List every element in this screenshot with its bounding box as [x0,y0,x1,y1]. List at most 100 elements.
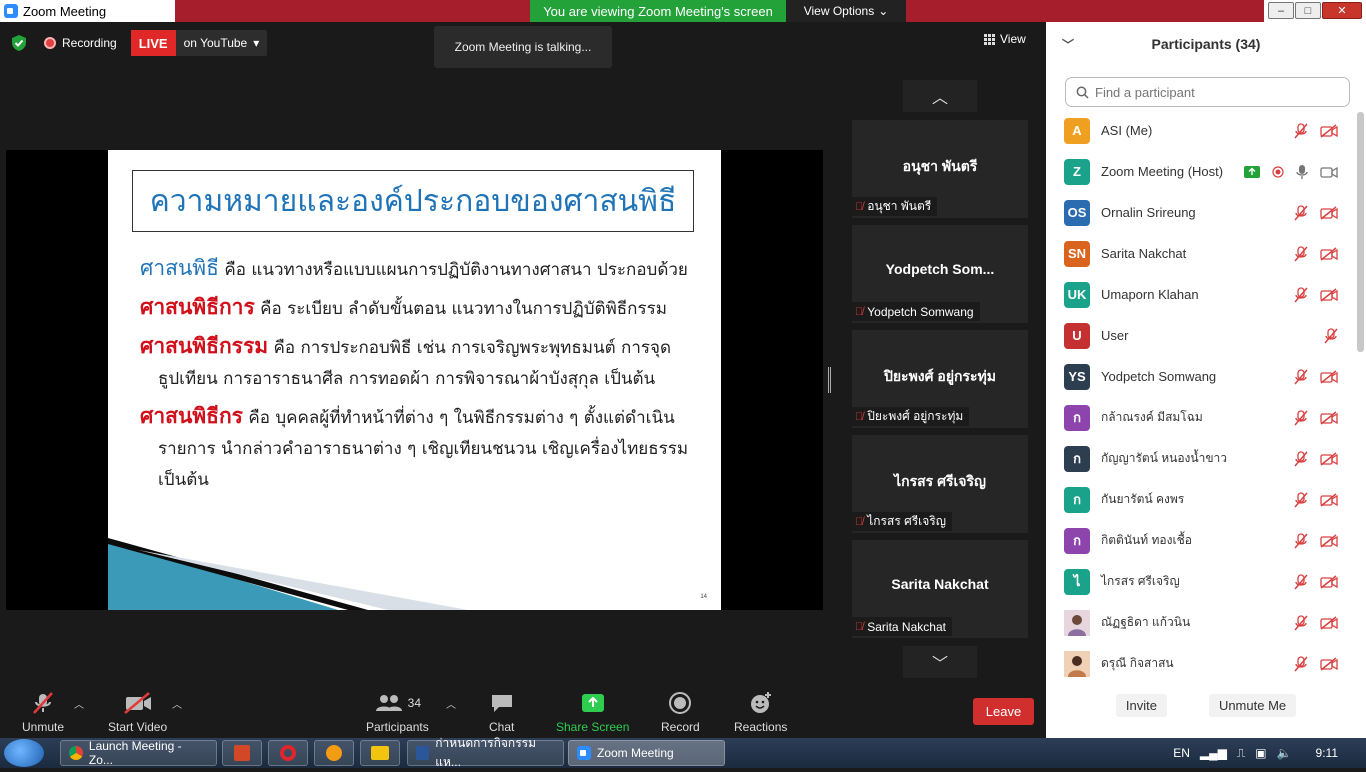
taskbar-item-media[interactable] [314,740,354,766]
participants-button[interactable]: 34 Participants [366,690,429,734]
avatar: YS [1064,363,1090,390]
person-photo-icon [1064,650,1090,677]
mic-off-icon [1294,286,1308,302]
meeting-area: Recording LIVE on YouTube ▾ Zoom Meeting… [0,22,1046,688]
slide-paragraph: ศาสนพิธีการ คือ ระเบียบ ลำดับขั้นตอน แนว… [140,297,710,318]
taskbar-item-opera[interactable] [268,740,308,766]
clock[interactable]: 9:11 [1316,746,1338,760]
window-controls: – □ ✕ [1264,0,1366,22]
participants-options-caret[interactable]: ︿ [446,696,456,711]
view-button[interactable]: View [984,32,1026,46]
record-button[interactable]: Record [661,690,700,734]
usb-icon[interactable]: ⎍ [1237,746,1245,761]
shield-icon[interactable] [8,32,30,54]
slide-decoration [108,538,468,610]
participant-row[interactable]: SN Sarita Nakchat [1046,233,1356,274]
video-tile[interactable]: ไกรสร ศรีเจริญ 🎙̸ ไกรสร ศรีเจริญ [852,435,1028,533]
video-tile[interactable]: ปิยะพงศ์ อยู่กระทุ่ม 🎙̸ ปิยะพงศ์ อยู่กระ… [852,330,1028,428]
slide-paragraph: ศาสนพิธี คือ แนวทางหรือแบบแผนการปฏิบัติง… [140,258,710,279]
search-input[interactable] [1095,84,1325,100]
live-stream-indicator[interactable]: LIVE on YouTube ▾ [130,30,268,56]
participant-row[interactable]: YS Yodpetch Somwang [1046,356,1356,397]
close-button[interactable]: ✕ [1322,2,1362,19]
video-tile[interactable]: อนุชา พันตรี 🎙̸ อนุชา พันตรี [852,120,1028,218]
view-options-label: View Options [803,4,875,18]
participant-row[interactable]: ณัฏฐธิดา แก้วนิน [1046,602,1356,643]
meeting-status-bar: Recording LIVE on YouTube ▾ [8,30,268,56]
video-off-icon [1320,287,1338,302]
participants-icon-group: 34 [374,690,421,716]
slide-title: ความหมายและองค์ประกอบของศาสนพิธี [149,183,677,219]
video-off-icon [123,690,153,716]
participant-row[interactable]: ไ ไกรสร ศรีเจริญ [1046,561,1356,602]
network-icon[interactable]: ▣ [1255,746,1266,760]
taskbar-item-label: Launch Meeting - Zo... [88,739,182,767]
maximize-button[interactable]: □ [1295,2,1321,19]
mic-off-icon [1294,122,1308,138]
start-video-button[interactable]: Start Video [108,690,167,734]
reactions-button[interactable]: Reactions [734,690,787,734]
invite-button[interactable]: Invite [1115,694,1167,717]
participant-name: กิตตินันท์ ทองเชื้อ [1101,533,1192,547]
collapse-chevron-icon[interactable]: ﹀ [1062,36,1074,53]
chat-icon [490,690,514,716]
audio-options-caret[interactable]: ︿ [74,696,84,711]
slide-title-box: ความหมายและองค์ประกอบของศาสนพิธี [132,170,694,232]
share-screen-button[interactable]: Share Screen [556,690,629,734]
avatar: A [1064,117,1090,144]
resize-handle[interactable] [828,367,831,393]
taskbar-item-explorer[interactable] [360,740,400,766]
video-options-caret[interactable]: ︿ [172,696,182,711]
slide-paragraph: ศาสนพิธีกรรม คือ การประกอบพิธี เช่น การเ… [140,336,710,388]
participant-row[interactable]: ดรุณี กิจสาสน [1046,643,1356,684]
video-tile[interactable]: Sarita Nakchat 🎙̸ Sarita Nakchat [852,540,1028,638]
gallery-up-button[interactable]: ︿ [903,80,977,112]
video-off-icon [1320,533,1338,548]
mic-off-icon [1294,573,1308,589]
language-indicator[interactable]: EN [1173,746,1190,760]
participant-row[interactable]: ก กันยารัตน์ คงพร [1046,479,1356,520]
avatar-photo [1064,609,1090,636]
recording-indicator[interactable]: Recording [38,32,123,54]
windows-start-button[interactable] [4,739,44,767]
gallery-down-button[interactable]: ﹀ [903,646,977,678]
participant-row[interactable]: UK Umaporn Klahan [1046,274,1356,315]
panel-scrollbar[interactable] [1357,112,1364,352]
volume-icon[interactable]: 🔈 [1277,746,1292,760]
participant-status [1294,614,1338,631]
video-off-icon [1320,492,1338,507]
unmute-me-button[interactable]: Unmute Me [1208,694,1297,717]
mic-off-icon [1294,532,1308,548]
tile-name: ปิยะพงศ์ อยู่กระทุ่ม [883,368,997,384]
chevron-up-icon: ︿ [931,90,948,107]
recording-label: Recording [62,36,117,50]
mic-off-icon [1294,450,1308,466]
participant-row[interactable]: ก กล้าณรงค์ มีสมโฉม [1046,397,1356,438]
leave-button[interactable]: Leave [973,698,1034,725]
taskbar-item-chrome[interactable]: Launch Meeting - Zo... [60,739,217,767]
view-options-button[interactable]: View Options ⌄ [786,0,906,22]
signal-icon[interactable]: ▂▄▆ [1200,746,1227,760]
taskbar-item-word[interactable]: ก่าหนดการกิจกรรมแห... [407,736,564,769]
participant-row[interactable]: A ASI (Me) [1046,110,1356,151]
participant-row[interactable]: Z Zoom Meeting (Host) [1046,151,1356,192]
video-off-icon [1320,205,1338,220]
taskbar-item-powerpoint[interactable] [222,740,262,766]
participant-row[interactable]: U User [1046,315,1356,356]
meeting-toolbar: Unmute ︿ Start Video ︿ 34 Participants ︿… [0,688,1046,738]
participant-name: User [1101,328,1129,343]
participant-row[interactable]: ก กิตตินันท์ ทองเชื้อ [1046,520,1356,561]
minimize-button[interactable]: – [1268,2,1294,19]
unmute-button[interactable]: Unmute [22,690,64,734]
participant-row[interactable]: ก กัญญารัตน์ หนองน้ำขาว [1046,438,1356,479]
video-off-icon [1320,246,1338,261]
participant-search[interactable] [1065,77,1350,107]
participant-row[interactable]: OS Ornalin Srireung [1046,192,1356,233]
video-tile[interactable]: Yodpetch Som... 🎙̸ Yodpetch Somwang [852,225,1028,323]
taskbar-item-zoom[interactable]: Zoom Meeting [568,740,725,766]
slide-page-number: 14 [700,594,707,600]
tile-label-text: ไกรสร ศรีเจริญ [867,514,946,528]
chat-button[interactable]: Chat [489,690,514,734]
tile-name: Sarita Nakchat [891,576,989,592]
opera-icon [280,745,296,761]
